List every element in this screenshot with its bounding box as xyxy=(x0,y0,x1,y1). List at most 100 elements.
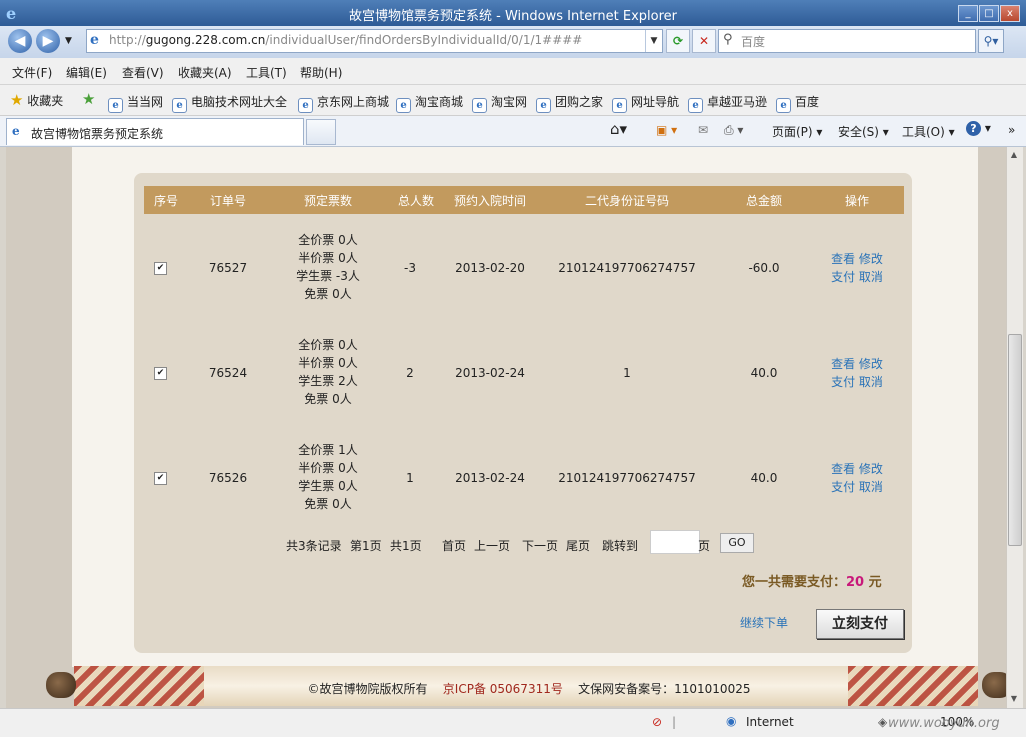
minimize-button[interactable]: _ xyxy=(958,5,978,22)
prev-page-link[interactable]: 上一页 xyxy=(474,537,510,554)
help-menu-button[interactable]: ? ▾ xyxy=(966,121,991,136)
row-actions: 查看 修改 支付 取消 xyxy=(810,355,904,391)
go-button[interactable]: GO xyxy=(720,533,754,553)
tab-page-icon: e xyxy=(12,124,20,138)
total-currency: 元 xyxy=(868,575,882,590)
safety-menu-button[interactable]: 安全(S) ▾ xyxy=(838,123,889,140)
pay-link[interactable]: 支付 xyxy=(831,480,855,494)
footer-icp[interactable]: 京ICP备 05067311号 xyxy=(443,682,563,696)
view-link[interactable]: 查看 xyxy=(831,462,855,476)
id-number: 210124197706274757 xyxy=(558,261,696,275)
menu-help[interactable]: 帮助(H) xyxy=(300,64,342,81)
fav-item-tuangou[interactable]: e 团购之家 xyxy=(536,93,603,113)
edit-link[interactable]: 修改 xyxy=(859,357,883,371)
row-checkbox[interactable]: ✔ xyxy=(154,262,167,275)
cancel-link[interactable]: 取消 xyxy=(859,375,883,389)
home-icon[interactable]: ⌂▾ xyxy=(610,120,627,138)
forward-button[interactable]: ▶ xyxy=(36,29,60,53)
tools-menu-button[interactable]: 工具(O) ▾ xyxy=(902,123,955,140)
menu-tools[interactable]: 工具(T) xyxy=(246,64,287,81)
fav-item-tmall[interactable]: e 淘宝商城 xyxy=(396,93,463,113)
fav-page-icon: e xyxy=(688,98,703,113)
row-checkbox[interactable]: ✔ xyxy=(154,472,167,485)
cancel-link[interactable]: 取消 xyxy=(859,480,883,494)
add-favorite-icon[interactable]: ★ xyxy=(82,90,95,108)
search-placeholder: 百度 xyxy=(741,35,766,49)
address-bar[interactable]: e http://gugong.228.com.cn/individualUse… xyxy=(86,29,663,53)
print-icon[interactable]: ⎙ ▾ xyxy=(724,123,743,138)
new-tab-button[interactable] xyxy=(306,119,336,145)
help-icon: ? xyxy=(966,121,981,136)
total-people: -3 xyxy=(404,261,416,275)
menu-file[interactable]: 文件(F) xyxy=(12,64,52,81)
menu-edit[interactable]: 编辑(E) xyxy=(66,64,107,81)
cancel-link[interactable]: 取消 xyxy=(859,270,883,284)
fav-item-amazon[interactable]: e 卓越亚马逊 xyxy=(688,93,767,113)
last-page-link[interactable]: 尾页 xyxy=(566,537,590,554)
pay-now-button[interactable]: 立刻支付 xyxy=(816,609,904,639)
page-unit-label: 页 xyxy=(698,539,711,553)
search-go-button[interactable]: ⚲▾ xyxy=(978,29,1004,53)
pay-link[interactable]: 支付 xyxy=(831,270,855,284)
privacy-icon[interactable]: ⊘ xyxy=(652,715,662,729)
id-number: 210124197706274757 xyxy=(558,471,696,485)
edit-link[interactable]: 修改 xyxy=(859,252,883,266)
page-menu-button[interactable]: 页面(P) ▾ xyxy=(772,123,822,140)
maximize-button[interactable]: □ xyxy=(979,5,999,22)
menu-view[interactable]: 查看(V) xyxy=(122,64,164,81)
mail-icon[interactable]: ✉ xyxy=(698,123,708,137)
protected-mode-icon[interactable]: ◈ xyxy=(878,715,887,729)
ticket-full: 全价票 0人 xyxy=(298,338,358,352)
pay-link[interactable]: 支付 xyxy=(831,375,855,389)
back-button[interactable]: ◀ xyxy=(8,29,32,53)
refresh-icon[interactable]: ⟳ xyxy=(666,29,690,53)
fav-item-daohang[interactable]: e 网址导航 xyxy=(612,93,679,113)
col-date: 预约入院时间 xyxy=(453,194,526,208)
history-dropdown-icon[interactable]: ▼ xyxy=(65,36,72,46)
order-no: 76526 xyxy=(208,471,248,485)
menu-favorites[interactable]: 收藏夹(A) xyxy=(178,64,232,81)
feeds-icon[interactable]: ▣ ▾ xyxy=(656,123,677,137)
window-title-bar: e 故宫博物馆票务预定系统 - Windows Internet Explore… xyxy=(0,0,1026,26)
tab-row: e 故宫博物馆票务预定系统 ⌂▾ ▣ ▾ ✉ ⎙ ▾ 页面(P) ▾ 安全(S)… xyxy=(0,116,1026,147)
address-url[interactable]: http://gugong.228.com.cn/individualUser/… xyxy=(109,33,582,47)
favorites-button[interactable]: ★ 收藏夹 xyxy=(10,91,63,109)
close-button[interactable]: x xyxy=(1000,5,1020,22)
stop-icon[interactable]: ✕ xyxy=(692,29,716,53)
record-count: 共3条记录 xyxy=(286,539,342,553)
fav-item-jd[interactable]: e 京东网上商城 xyxy=(298,93,389,113)
next-page-link[interactable]: 下一页 xyxy=(522,537,558,554)
first-page-link[interactable]: 首页 xyxy=(442,537,466,554)
scroll-up-icon[interactable]: ▲ xyxy=(1008,150,1020,162)
url-path: /individualUser/findOrdersByIndividualId… xyxy=(265,33,583,47)
visit-date: 2013-02-24 xyxy=(455,366,525,380)
total-amount: 20 xyxy=(846,575,865,590)
view-link[interactable]: 查看 xyxy=(831,252,855,266)
ticket-counts: 全价票 0人 半价票 0人 学生票 -3人 免票 0人 xyxy=(268,231,388,303)
total-people: 2 xyxy=(406,366,414,380)
ticket-full: 全价票 0人 xyxy=(298,233,358,247)
continue-order-link[interactable]: 继续下单 xyxy=(740,614,788,631)
scroll-down-icon[interactable]: ▼ xyxy=(1008,694,1020,706)
page-icon: e xyxy=(90,32,99,48)
fav-item-dangdang[interactable]: e 当当网 xyxy=(108,93,163,113)
fav-item-tech[interactable]: e 电脑技术网址大全 xyxy=(172,93,287,113)
col-tickets: 预定票数 xyxy=(303,194,352,208)
favorites-label: 收藏夹 xyxy=(27,94,64,108)
tab-active[interactable]: e 故宫博物馆票务预定系统 xyxy=(6,118,304,145)
fav-item-taobao[interactable]: e 淘宝网 xyxy=(472,93,527,113)
fav-item-baidu[interactable]: e 百度 xyxy=(776,93,819,113)
row-checkbox[interactable]: ✔ xyxy=(154,367,167,380)
more-commands-icon[interactable]: » xyxy=(1008,123,1015,137)
order-amount: 40.0 xyxy=(750,471,778,485)
edit-link[interactable]: 修改 xyxy=(859,462,883,476)
ticket-counts: 全价票 0人 半价票 0人 学生票 2人 免票 0人 xyxy=(268,336,388,408)
page-jump-input[interactable] xyxy=(650,530,700,554)
address-dropdown-icon[interactable]: ▼ xyxy=(645,30,662,52)
col-order-no: 订单号 xyxy=(209,194,246,208)
scroll-thumb[interactable] xyxy=(1008,334,1022,546)
internet-zone-icon: ◉ xyxy=(726,714,737,728)
total-people: 1 xyxy=(406,471,414,485)
view-link[interactable]: 查看 xyxy=(831,357,855,371)
search-input[interactable]: ⚲ 百度 xyxy=(718,29,976,53)
